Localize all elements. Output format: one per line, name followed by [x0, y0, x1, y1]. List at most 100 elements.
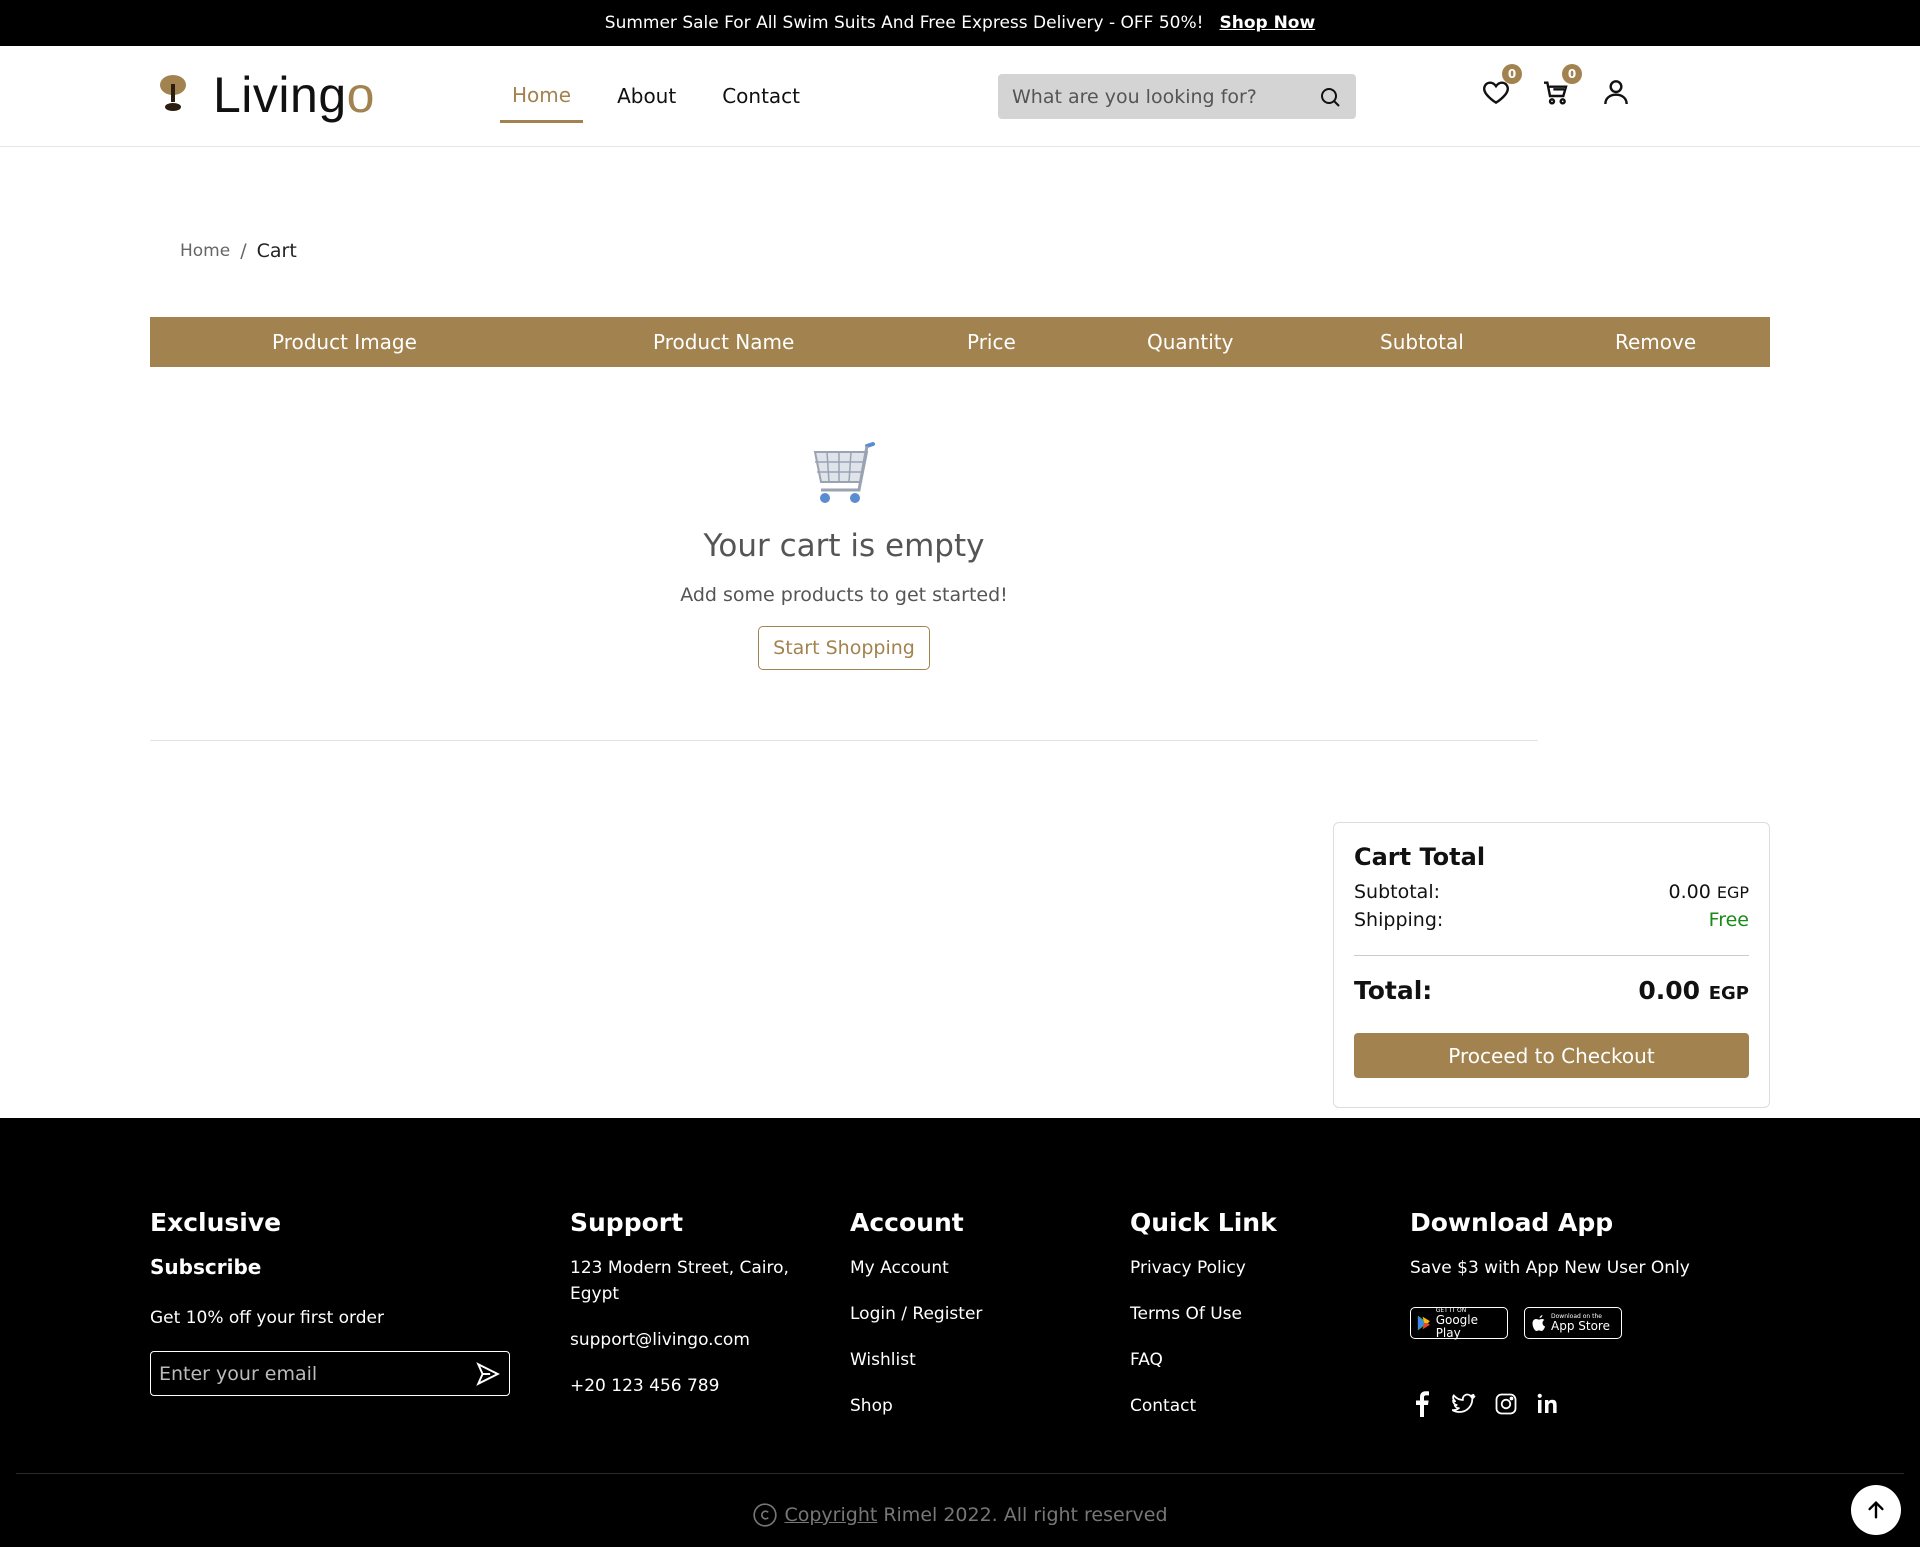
linkedin-icon[interactable]	[1536, 1391, 1560, 1417]
cart-total-card: Cart Total Subtotal: 0.00 EGP Shipping: …	[1333, 822, 1770, 1108]
footer-link-login-register[interactable]: Login / Register	[850, 1301, 982, 1327]
copyright-text: Rimel 2022. All right reserved	[883, 1504, 1168, 1526]
breadcrumb-separator: /	[240, 240, 247, 262]
footer-exclusive-title: Exclusive	[150, 1208, 282, 1237]
logo-text-accent: o	[346, 67, 375, 123]
subtotal-label: Subtotal:	[1354, 881, 1441, 903]
cart-count-badge: 0	[1562, 64, 1582, 84]
footer-support-title: Support	[570, 1208, 684, 1237]
main-nav: Home About Contact	[500, 46, 834, 146]
content-divider	[150, 740, 1538, 741]
wishlist-count-badge: 0	[1502, 64, 1522, 84]
search-icon[interactable]	[1318, 85, 1342, 109]
subtotal-value: 0.00	[1668, 881, 1711, 903]
logo[interactable]: Livingo	[157, 66, 375, 124]
shipping-label: Shipping:	[1354, 909, 1444, 931]
footer-account-title: Account	[850, 1208, 964, 1237]
header-icons: 0 0	[1480, 64, 1632, 108]
col-subtotal: Subtotal	[1380, 330, 1464, 354]
nav-contact[interactable]: Contact	[710, 69, 812, 123]
breadcrumb: Home / Cart	[180, 240, 297, 262]
empty-cart-title: Your cart is empty	[703, 528, 985, 564]
footer-support: Support 123 Modern Street, Cairo, Egypt …	[570, 1208, 800, 1419]
store-badges: GET IT ON Google Play Download on the Ap…	[1410, 1307, 1690, 1339]
col-product-name: Product Name	[653, 330, 795, 354]
total-amount: 0.00 EGP	[1638, 976, 1749, 1005]
footer-link-my-account[interactable]: My Account	[850, 1255, 982, 1281]
subscribe-email-input[interactable]	[159, 1362, 475, 1385]
empty-cart-subtitle: Add some products to get started!	[680, 584, 1008, 606]
twitter-icon[interactable]	[1452, 1391, 1476, 1417]
footer-email: support@livingo.com	[570, 1330, 750, 1350]
subscribe-form	[150, 1351, 510, 1396]
subtotal-row: Subtotal: 0.00 EGP	[1354, 881, 1749, 903]
account-button[interactable]	[1600, 76, 1632, 108]
logo-text-main: Living	[213, 67, 347, 123]
breadcrumb-home[interactable]: Home	[180, 241, 230, 261]
empty-cart: Your cart is empty Add some products to …	[150, 440, 1538, 670]
footer-exclusive: Exclusive Subscribe Get 10% off your fir…	[150, 1208, 510, 1396]
lamp-logo-icon	[160, 75, 186, 111]
breadcrumb-current: Cart	[256, 240, 297, 262]
wishlist-button[interactable]: 0	[1480, 64, 1522, 108]
total-row: Total: 0.00 EGP	[1354, 976, 1749, 1005]
search-input[interactable]	[1012, 85, 1318, 108]
copyright: Copyright Rimel 2022. All right reserved	[0, 1502, 1920, 1528]
subtotal-amount: 0.00 EGP	[1668, 881, 1749, 903]
apple-icon	[1532, 1315, 1545, 1331]
copyright-icon	[753, 1503, 778, 1527]
user-icon	[1604, 80, 1628, 105]
shipping-value: Free	[1708, 909, 1749, 931]
footer-quick-link-title: Quick Link	[1130, 1208, 1277, 1237]
footer-link-shop[interactable]: Shop	[850, 1393, 982, 1419]
footer-download-title: Download App	[1410, 1208, 1614, 1237]
footer-link-wishlist[interactable]: Wishlist	[850, 1347, 982, 1373]
subtotal-currency: EGP	[1716, 883, 1749, 902]
cart-table-header: Product Image Product Name Price Quantit…	[150, 317, 1770, 367]
proceed-to-checkout-button[interactable]: Proceed to Checkout	[1354, 1033, 1749, 1078]
google-play-icon	[1417, 1315, 1430, 1331]
promo-bar: Summer Sale For All Swim Suits And Free …	[0, 0, 1920, 46]
copyright-link[interactable]: Copyright	[784, 1504, 877, 1526]
total-divider	[1354, 955, 1749, 956]
facebook-icon[interactable]	[1410, 1391, 1434, 1417]
footer-phone: +20 123 456 789	[570, 1376, 720, 1396]
instagram-icon[interactable]	[1494, 1391, 1518, 1417]
shop-now-link[interactable]: Shop Now	[1219, 13, 1315, 33]
scroll-to-top-button[interactable]	[1851, 1485, 1901, 1535]
total-value: 0.00	[1638, 976, 1701, 1005]
promo-text: Summer Sale For All Swim Suits And Free …	[604, 13, 1204, 33]
total-currency: EGP	[1708, 983, 1749, 1004]
footer-download-text: Save $3 with App New User Only	[1410, 1258, 1690, 1278]
col-product-image: Product Image	[272, 330, 417, 354]
footer-address: 123 Modern Street, Cairo, Egypt	[570, 1258, 789, 1304]
shipping-row: Shipping: Free	[1354, 909, 1749, 931]
nav-about[interactable]: About	[605, 69, 688, 123]
logo-text: Livingo	[213, 66, 375, 124]
footer-divider	[16, 1473, 1904, 1474]
cart-button[interactable]: 0	[1540, 64, 1582, 108]
footer-link-privacy-policy[interactable]: Privacy Policy	[1130, 1255, 1277, 1281]
footer-link-terms-of-use[interactable]: Terms Of Use	[1130, 1301, 1277, 1327]
col-price: Price	[967, 330, 1016, 354]
arrow-up-icon	[1868, 1500, 1884, 1519]
app-store-badge[interactable]: Download on the App Store	[1524, 1307, 1622, 1339]
footer-link-faq[interactable]: FAQ	[1130, 1347, 1277, 1373]
footer-subscribe-text: Get 10% off your first order	[150, 1308, 384, 1328]
total-label: Total:	[1354, 976, 1433, 1005]
search-bar	[998, 74, 1356, 119]
app-store-big: App Store	[1551, 1319, 1610, 1333]
social-links	[1410, 1391, 1690, 1417]
footer-account: Account My Account Login / Register Wish…	[850, 1208, 982, 1439]
empty-cart-icon	[813, 442, 875, 503]
site-header: Livingo Home About Contact 0 0	[0, 46, 1920, 147]
google-play-big: Google Play	[1435, 1312, 1479, 1340]
site-footer: Exclusive Subscribe Get 10% off your fir…	[0, 1118, 1920, 1547]
footer-link-contact[interactable]: Contact	[1130, 1393, 1277, 1419]
col-quantity: Quantity	[1147, 330, 1234, 354]
google-play-badge[interactable]: GET IT ON Google Play	[1410, 1307, 1508, 1339]
nav-home[interactable]: Home	[500, 69, 584, 123]
start-shopping-button[interactable]: Start Shopping	[758, 626, 930, 670]
send-icon[interactable]	[475, 1361, 501, 1387]
footer-download-app: Download App Save $3 with App New User O…	[1410, 1208, 1690, 1417]
